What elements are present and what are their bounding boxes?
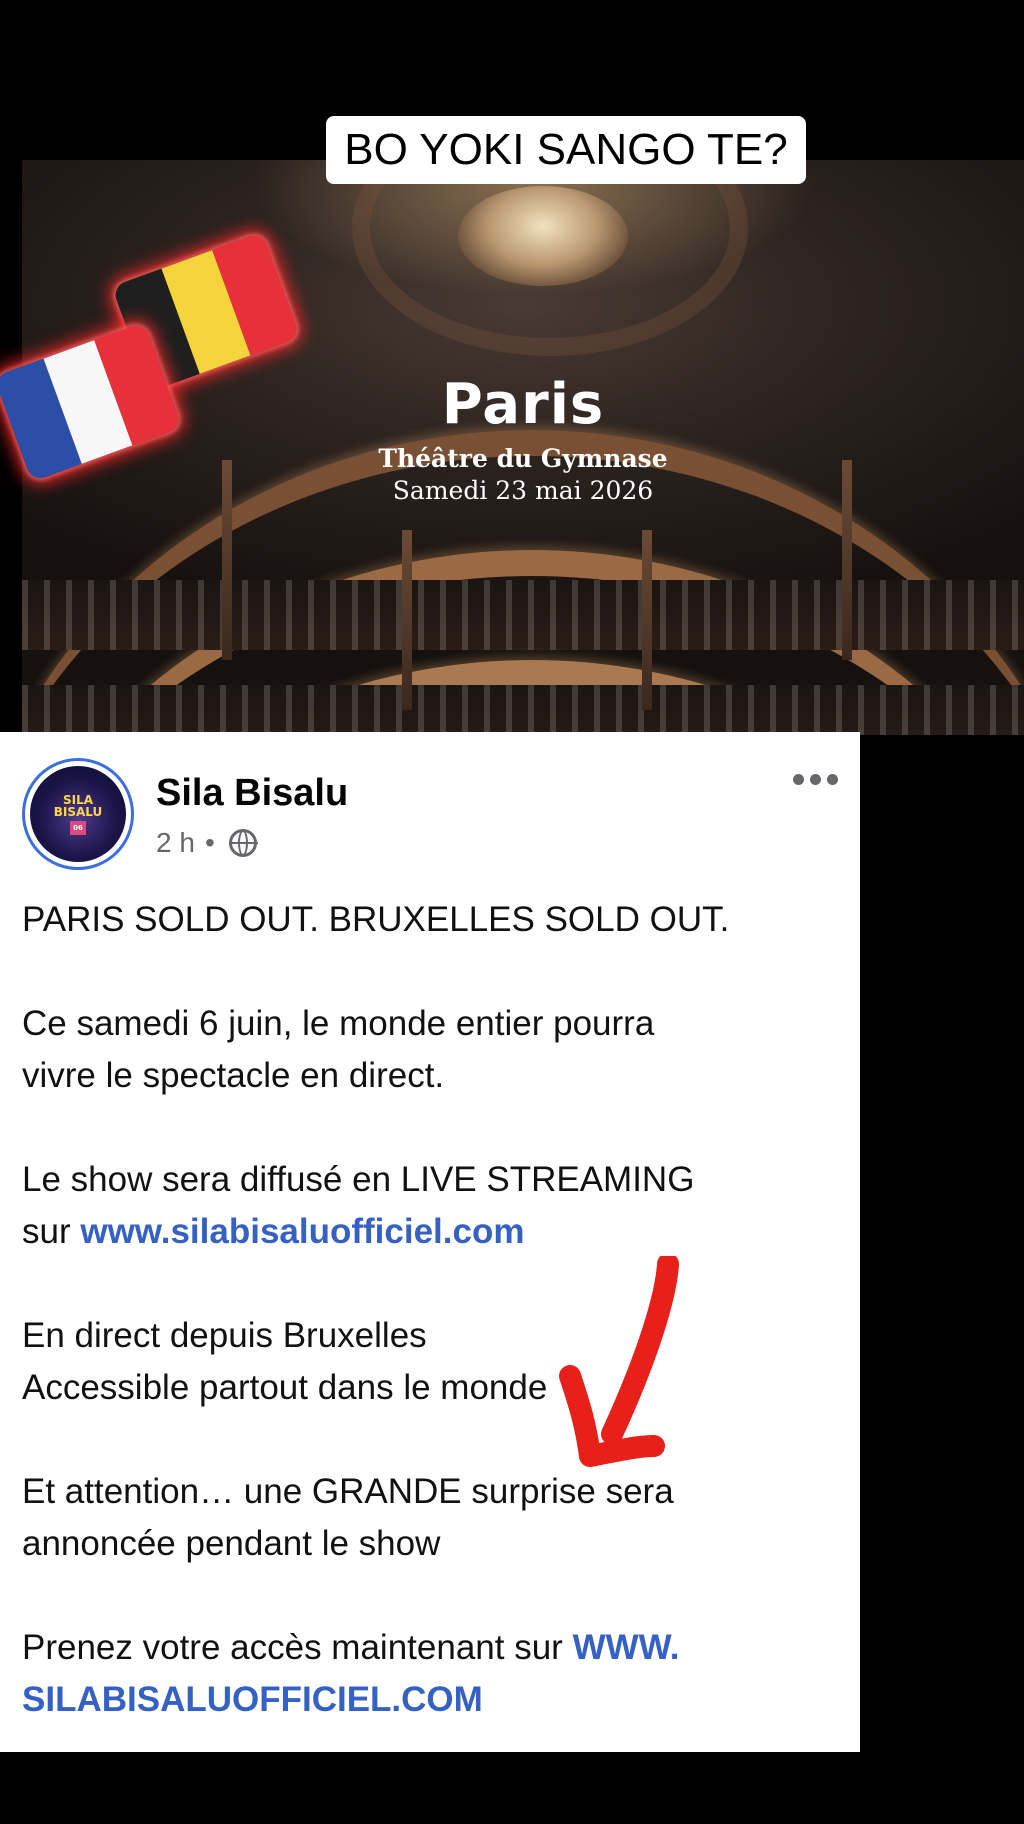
post-paragraph-1: PARIS SOLD OUT. BRUXELLES SOLD OUT. bbox=[22, 894, 852, 946]
paragraph-text: En direct depuis Bruxelles bbox=[22, 1316, 427, 1355]
post-card: SILA BISALU 06 Sila Bisalu 2 h • PARIS S… bbox=[0, 732, 860, 1752]
paragraph-text: sur bbox=[22, 1212, 81, 1251]
post-paragraph-4: En direct depuis Bruxelles Accessible pa… bbox=[22, 1310, 852, 1414]
post-paragraph-6: Prenez votre accès maintenant sur WWW. S… bbox=[22, 1622, 852, 1726]
more-dot-icon bbox=[810, 774, 821, 785]
post-author-name[interactable]: Sila Bisalu bbox=[156, 772, 348, 815]
paragraph-text: Et attention… une GRANDE surprise sera bbox=[22, 1472, 674, 1511]
website-link[interactable]: www.silabisaluofficiel.com bbox=[80, 1212, 524, 1251]
pillar bbox=[642, 530, 652, 710]
paragraph-text: Le show sera diffusé en LIVE STREAMING bbox=[22, 1160, 695, 1199]
more-options-button[interactable] bbox=[793, 774, 838, 785]
caption-banner: BO YOKI SANGO TE? bbox=[326, 116, 806, 184]
avatar-text-line2: BISALU bbox=[53, 804, 103, 819]
video-date: Samedi 23 mai 2026 bbox=[392, 476, 654, 505]
red-arrow-annotation bbox=[559, 1256, 679, 1467]
website-link-uppercase[interactable]: SILABISALUOFFICIEL.COM bbox=[22, 1680, 483, 1719]
theater-video-frame: Paris Théâtre du Gymnase Samedi 23 mai 2… bbox=[22, 160, 1024, 735]
paragraph-text: Accessible partout dans le monde bbox=[22, 1368, 548, 1407]
more-dot-icon bbox=[793, 774, 804, 785]
post-meta: 2 h • bbox=[156, 827, 258, 859]
public-globe-icon bbox=[228, 829, 258, 857]
paragraph-text: vivre le spectacle en direct. bbox=[22, 1056, 445, 1095]
paragraph-text: PARIS SOLD OUT. BRUXELLES SOLD OUT. bbox=[22, 900, 730, 939]
post-paragraph-2: Ce samedi 6 juin, le monde entier pourra… bbox=[22, 998, 852, 1102]
audience-row bbox=[22, 580, 1024, 650]
paragraph-text: Ce samedi 6 juin, le monde entier pourra bbox=[22, 1004, 655, 1043]
avatar[interactable]: SILA BISALU 06 bbox=[22, 758, 134, 870]
paragraph-text: Prenez votre accès maintenant sur bbox=[22, 1628, 573, 1667]
avatar-tag: 06 bbox=[70, 820, 86, 835]
audience-row bbox=[22, 685, 1024, 735]
more-dot-icon bbox=[827, 774, 838, 785]
video-venue: Théâtre du Gymnase bbox=[378, 444, 668, 473]
avatar-text-line1: SILA bbox=[62, 792, 94, 807]
website-link-uppercase[interactable]: WWW. bbox=[573, 1628, 680, 1667]
post-timestamp[interactable]: 2 h bbox=[156, 827, 195, 859]
meta-separator: • bbox=[204, 827, 215, 858]
avatar-image: SILA BISALU 06 bbox=[30, 766, 126, 862]
post-paragraph-5: Et attention… une GRANDE surprise sera a… bbox=[22, 1466, 852, 1570]
pillar bbox=[402, 530, 412, 710]
paragraph-text: annoncée pendant le show bbox=[22, 1524, 441, 1563]
post-body: PARIS SOLD OUT. BRUXELLES SOLD OUT. Ce s… bbox=[22, 894, 852, 1778]
post-paragraph-3: Le show sera diffusé en LIVE STREAMING s… bbox=[22, 1154, 852, 1258]
dome-ring bbox=[352, 160, 748, 356]
